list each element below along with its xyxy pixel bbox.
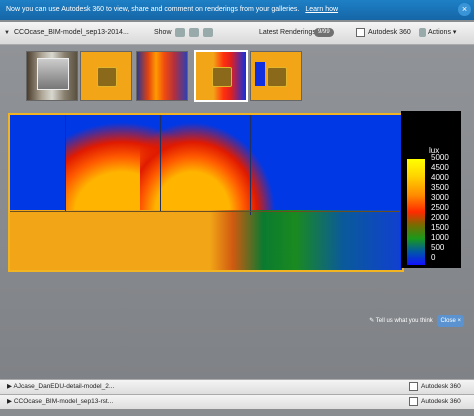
view-mode-buttons [175, 22, 215, 44]
legend-tick: 5000 [431, 153, 449, 162]
autodesk-360-label: Autodesk 360 [421, 398, 461, 405]
legend-tick: 1500 [431, 223, 449, 232]
feedback-icon: ✎ [369, 318, 375, 324]
rendering-thumbnail-selected[interactable] [194, 50, 248, 102]
close-infobar-button[interactable]: × [458, 3, 471, 16]
rendering-thumbnail[interactable] [80, 51, 132, 101]
latest-renderings-count: 9/99 [314, 22, 334, 44]
rendering-thumbnail[interactable] [26, 51, 78, 101]
legend-tick: 3000 [431, 193, 449, 202]
legend-color-bar [407, 159, 425, 265]
latest-count-badge: 9/99 [314, 27, 334, 37]
feedback-bar: ✎ Tell us what you think Close × [369, 315, 464, 327]
autodesk-360-checkbox[interactable] [409, 396, 418, 406]
gallery-file-row[interactable]: ▶ CCOcase_BIM-model_sep13-rst... Autodes… [0, 394, 474, 409]
rendering-in-progress-icon [267, 67, 287, 87]
illuminance-legend: lux 5000 4500 4000 3500 3000 2500 2000 1… [401, 111, 461, 268]
actions-caret-icon: ▾ [452, 29, 457, 36]
latest-renderings-label[interactable]: Latest Renderings [259, 22, 316, 44]
wall-line [160, 115, 161, 211]
autodesk-360-toggle[interactable]: Autodesk 360 [409, 395, 461, 409]
wall-line [10, 211, 400, 212]
info-message: Now you can use Autodesk 360 to view, sh… [6, 6, 300, 13]
feedback-close-button[interactable]: Close × [437, 315, 464, 327]
thumbnail-preview [37, 58, 69, 90]
autodesk-360-label: Autodesk 360 [368, 29, 411, 36]
gallery-toolbar: ▼ CCOcase_BIM-model_sep13-2014... Show L… [0, 22, 474, 45]
legend-tick: 500 [431, 243, 445, 252]
rendering-in-progress-icon [97, 67, 117, 87]
rendering-in-progress-icon [212, 67, 232, 87]
thumbnail-blue-region [255, 62, 265, 86]
actions-menu-button[interactable]: Actions ▾ [419, 22, 456, 44]
autodesk-360-label: Autodesk 360 [421, 383, 461, 390]
autodesk-360-checkbox[interactable] [356, 27, 365, 37]
gallery-file-row[interactable]: ▶ AJcase_DanEDU-detail-model_2... Autode… [0, 379, 474, 394]
file-name-text: AJcase_DanEDU-detail-model_2... [13, 383, 115, 390]
legend-tick: 2500 [431, 203, 449, 212]
illuminance-gradient-region [210, 210, 400, 270]
gallery-filename: CCOcase_BIM-model_sep13-2014... [14, 29, 129, 36]
wall-line [250, 115, 251, 215]
wall-line [65, 115, 66, 211]
legend-tick: 2000 [431, 213, 449, 222]
legend-tick: 3500 [431, 183, 449, 192]
legend-tick: 1000 [431, 233, 449, 242]
legend-tick: 0 [431, 253, 436, 262]
legend-tick: 4500 [431, 163, 449, 172]
actions-label: Actions [428, 29, 451, 36]
learn-how-link[interactable]: Learn how [305, 6, 338, 13]
legend-tick: 4000 [431, 173, 449, 182]
grid-view-icon[interactable] [175, 27, 185, 37]
list-view-icon[interactable] [188, 27, 199, 37]
detail-view-icon[interactable] [202, 27, 213, 37]
file-name-text: CCOcase_BIM-model_sep13-rst... [13, 398, 114, 405]
info-bar: Now you can use Autodesk 360 to view, sh… [0, 0, 474, 20]
expand-arrow-icon[interactable]: ▶ [7, 398, 12, 405]
gallery-file-name: ▶ AJcase_DanEDU-detail-model_2... [7, 380, 114, 394]
gallery-file-name: ▶ CCOcase_BIM-model_sep13-rst... [7, 395, 113, 409]
autodesk-360-toggle[interactable]: Autodesk 360 [356, 22, 411, 44]
rendering-viewer[interactable] [8, 113, 404, 272]
show-label: Show [154, 29, 172, 36]
feedback-link[interactable]: Tell us what you think [376, 318, 433, 324]
autodesk-360-checkbox[interactable] [409, 381, 418, 391]
autodesk-360-toggle[interactable]: Autodesk 360 [409, 380, 461, 394]
expand-arrow-icon[interactable]: ▶ [7, 383, 12, 390]
collapse-triangle-icon[interactable]: ▼ [4, 22, 10, 44]
actions-icon [419, 27, 426, 37]
illuminance-floor-region [10, 210, 235, 270]
rendering-thumbnail[interactable] [250, 51, 302, 101]
rendering-thumbnail[interactable] [136, 51, 188, 101]
